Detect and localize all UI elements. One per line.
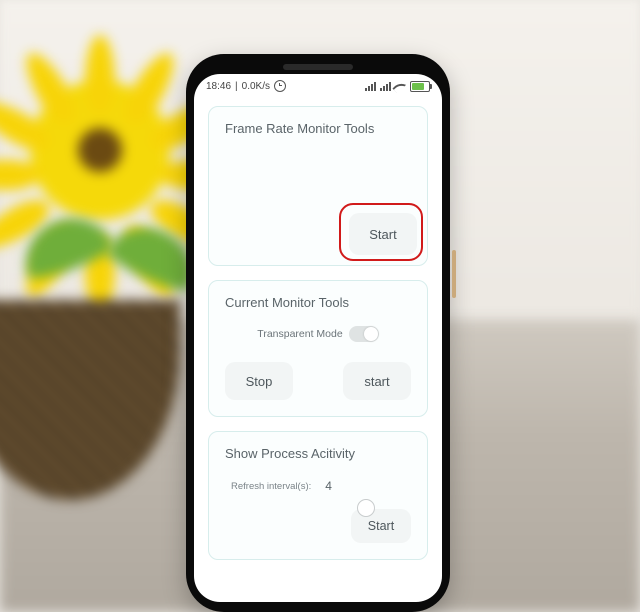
transparent-mode-label: Transparent Mode [257, 328, 342, 340]
refresh-interval-value[interactable]: 4 [325, 479, 332, 493]
card-title: Current Monitor Tools [225, 295, 411, 310]
wifi-icon [395, 82, 406, 90]
start-button[interactable]: Start [349, 213, 417, 255]
refresh-interval-row: Refresh interval(s): 4 [231, 479, 411, 493]
status-time: 18:46 [206, 81, 231, 92]
alarm-icon [274, 80, 286, 92]
signal-icon [365, 82, 376, 91]
transparent-mode-toggle[interactable] [349, 326, 379, 342]
start-button[interactable]: Start [351, 509, 411, 543]
card-process-activity: Show Process Acitivity Refresh interval(… [208, 431, 428, 560]
start-button-label: start [364, 374, 389, 389]
start-button[interactable]: start [343, 362, 411, 400]
status-netspeed: 0.0K/s [242, 81, 270, 92]
button-row: Stop start [225, 362, 411, 400]
stop-button[interactable]: Stop [225, 362, 293, 400]
status-bar-right [365, 81, 430, 92]
power-button-physical [452, 250, 456, 298]
loading-ring-icon [357, 499, 375, 517]
card-current-monitor: Current Monitor Tools Transparent Mode S… [208, 280, 428, 417]
app-content: Frame Rate Monitor Tools Start Current M… [194, 96, 442, 560]
status-bar: 18:46 | 0.0K/s [194, 74, 442, 96]
sunflower-decor [0, 30, 210, 260]
status-divider: | [235, 81, 238, 92]
phone-frame: 18:46 | 0.0K/s Frame Rate Monitor Tools [186, 54, 450, 612]
start-button-label: Start [369, 227, 396, 242]
refresh-interval-label: Refresh interval(s): [231, 481, 311, 492]
transparent-mode-row: Transparent Mode [225, 326, 411, 342]
card-title: Show Process Acitivity [225, 446, 411, 461]
scene-root: 18:46 | 0.0K/s Frame Rate Monitor Tools [0, 0, 640, 612]
stop-button-label: Stop [246, 374, 273, 389]
button-row: Start [225, 509, 411, 543]
card-frame-rate-monitor: Frame Rate Monitor Tools Start [208, 106, 428, 266]
status-bar-left: 18:46 | 0.0K/s [206, 80, 286, 92]
speaker-slot [283, 64, 353, 70]
card-title: Frame Rate Monitor Tools [225, 121, 411, 136]
phone-screen: 18:46 | 0.0K/s Frame Rate Monitor Tools [194, 74, 442, 602]
start-button-label: Start [368, 519, 394, 533]
signal-icon [380, 82, 391, 91]
battery-icon [410, 81, 430, 92]
